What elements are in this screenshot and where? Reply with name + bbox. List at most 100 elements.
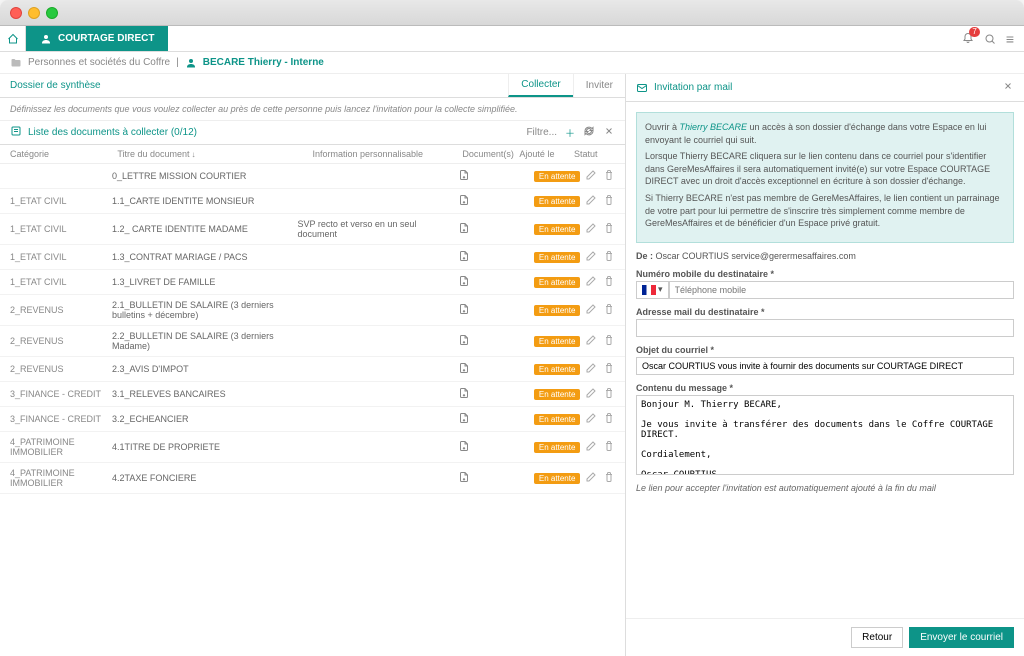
tab-inviter[interactable]: Inviter	[573, 74, 625, 97]
country-code-selector[interactable]: ▾	[636, 281, 669, 299]
body-textarea[interactable]	[636, 395, 1014, 475]
appbar-menu-button[interactable]: ≡	[1006, 31, 1014, 47]
home-button[interactable]	[0, 26, 26, 51]
list-icon	[10, 125, 22, 140]
delete-row-button[interactable]	[603, 275, 615, 289]
document-download-icon[interactable]	[458, 222, 470, 234]
document-download-icon[interactable]	[458, 471, 470, 483]
delete-row-button[interactable]	[603, 387, 615, 401]
send-mail-button[interactable]: Envoyer le courriel	[909, 627, 1014, 648]
cell-title: 0_LETTRE MISSION COURTIER	[112, 171, 297, 181]
footer-note: Le lien pour accepter l'invitation est a…	[636, 483, 1014, 493]
breadcrumb: Personnes et sociétés du Coffre | BECARE…	[0, 52, 1024, 74]
table-row[interactable]: 1_ETAT CIVIL1.3_CONTRAT MARIAGE / PACSEn…	[0, 245, 625, 270]
email-input[interactable]	[636, 319, 1014, 337]
subject-input[interactable]	[636, 357, 1014, 375]
table-row[interactable]: 4_PATRIMOINE IMMOBILIER4.2TAXE FONCIEREE…	[0, 463, 625, 494]
table-row[interactable]: 2_REVENUS2.3_AVIS D'IMPOTEn attente	[0, 357, 625, 382]
delete-row-button[interactable]	[603, 412, 615, 426]
status-badge: En attente	[534, 305, 580, 316]
person-icon	[185, 57, 197, 69]
app-tab-title: COURTAGE DIRECT	[58, 33, 154, 44]
status-badge: En attente	[534, 171, 580, 182]
delete-row-button[interactable]	[603, 222, 615, 236]
edit-row-button[interactable]	[585, 194, 597, 208]
table-row[interactable]: 1_ETAT CIVIL1.2_ CARTE IDENTITE MADAMESV…	[0, 214, 625, 245]
mobile-input[interactable]	[669, 281, 1014, 299]
app-tab-icon	[40, 33, 52, 45]
edit-row-button[interactable]	[585, 303, 597, 317]
table-row[interactable]: 1_ETAT CIVIL1.1_CARTE IDENTITE MONSIEURE…	[0, 189, 625, 214]
delete-row-button[interactable]	[603, 440, 615, 454]
add-document-button[interactable]: ＋	[565, 125, 575, 140]
expand-right-panel-button[interactable]	[1002, 80, 1014, 95]
col-header-info[interactable]: Information personnalisable	[313, 149, 459, 159]
refresh-button[interactable]	[583, 125, 595, 140]
active-app-tab[interactable]: COURTAGE DIRECT	[26, 26, 168, 51]
delete-row-button[interactable]	[603, 250, 615, 264]
table-row[interactable]: 3_FINANCE - CREDIT3.2_ECHEANCIEREn atten…	[0, 407, 625, 432]
cell-title: 2.2_BULLETIN DE SALAIRE (3 derniers Mada…	[112, 331, 297, 351]
cell-title: 1.2_ CARTE IDENTITE MADAME	[112, 224, 297, 234]
minimize-window-button[interactable]	[28, 7, 40, 19]
col-header-ajoute[interactable]: Ajouté le	[517, 149, 556, 159]
cell-category: 1_ETAT CIVIL	[10, 252, 112, 262]
edit-row-button[interactable]	[585, 471, 597, 485]
edit-row-button[interactable]	[585, 275, 597, 289]
col-header-titre[interactable]: Titre du document↓	[117, 149, 312, 159]
document-download-icon[interactable]	[458, 412, 470, 424]
cell-title: 1.3_CONTRAT MARIAGE / PACS	[112, 252, 297, 262]
edit-row-button[interactable]	[585, 250, 597, 264]
filter-input[interactable]: Filtre...	[526, 127, 557, 138]
delete-row-button[interactable]	[603, 334, 615, 348]
edit-row-button[interactable]	[585, 412, 597, 426]
table-row[interactable]: 3_FINANCE - CREDIT3.1_RELEVES BANCAIRESE…	[0, 382, 625, 407]
col-header-statut[interactable]: Statut	[556, 149, 615, 159]
document-download-icon[interactable]	[458, 334, 470, 346]
table-row[interactable]: 2_REVENUS2.1_BULLETIN DE SALAIRE (3 dern…	[0, 295, 625, 326]
close-window-button[interactable]	[10, 7, 22, 19]
delete-row-button[interactable]	[603, 194, 615, 208]
expand-left-panel-button[interactable]	[603, 125, 615, 140]
dossier-synthese-link[interactable]: Dossier de synthèse	[0, 74, 111, 97]
cell-category: 1_ETAT CIVIL	[10, 196, 112, 206]
delete-row-button[interactable]	[603, 362, 615, 376]
col-header-categorie[interactable]: Catégorie	[10, 149, 117, 159]
body-label: Contenu du message *	[636, 383, 1014, 393]
subject-label: Objet du courriel *	[636, 345, 1014, 355]
breadcrumb-folder[interactable]: Personnes et sociétés du Coffre	[28, 57, 170, 68]
document-download-icon[interactable]	[458, 275, 470, 287]
back-button[interactable]: Retour	[851, 627, 903, 648]
table-row[interactable]: 2_REVENUS2.2_BULLETIN DE SALAIRE (3 dern…	[0, 326, 625, 357]
edit-row-button[interactable]	[585, 387, 597, 401]
status-badge: En attente	[534, 473, 580, 484]
delete-row-button[interactable]	[603, 303, 615, 317]
breadcrumb-user[interactable]: BECARE Thierry - Interne	[203, 57, 324, 68]
status-badge: En attente	[534, 277, 580, 288]
cell-title: 2.3_AVIS D'IMPOT	[112, 364, 297, 374]
document-download-icon[interactable]	[458, 250, 470, 262]
search-icon[interactable]	[984, 33, 996, 45]
document-download-icon[interactable]	[458, 169, 470, 181]
delete-row-button[interactable]	[603, 471, 615, 485]
document-download-icon[interactable]	[458, 362, 470, 374]
table-row[interactable]: 4_PATRIMOINE IMMOBILIER4.1TITRE DE PROPR…	[0, 432, 625, 463]
col-header-documents[interactable]: Document(s)	[459, 149, 518, 159]
tab-collecter[interactable]: Collecter	[508, 74, 572, 97]
edit-row-button[interactable]	[585, 169, 597, 183]
document-download-icon[interactable]	[458, 387, 470, 399]
edit-row-button[interactable]	[585, 222, 597, 236]
table-row[interactable]: 0_LETTRE MISSION COURTIER En attente	[0, 164, 625, 189]
document-download-icon[interactable]	[458, 303, 470, 315]
maximize-window-button[interactable]	[46, 7, 58, 19]
status-badge: En attente	[534, 196, 580, 207]
notifications-button[interactable]: 7	[962, 31, 974, 46]
document-download-icon[interactable]	[458, 440, 470, 452]
delete-row-button[interactable]	[603, 169, 615, 183]
edit-row-button[interactable]	[585, 440, 597, 454]
edit-row-button[interactable]	[585, 334, 597, 348]
cell-info: SVP recto et verso en un seul document	[298, 219, 437, 239]
document-download-icon[interactable]	[458, 194, 470, 206]
table-row[interactable]: 1_ETAT CIVIL1.3_LIVRET DE FAMILLEEn atte…	[0, 270, 625, 295]
edit-row-button[interactable]	[585, 362, 597, 376]
